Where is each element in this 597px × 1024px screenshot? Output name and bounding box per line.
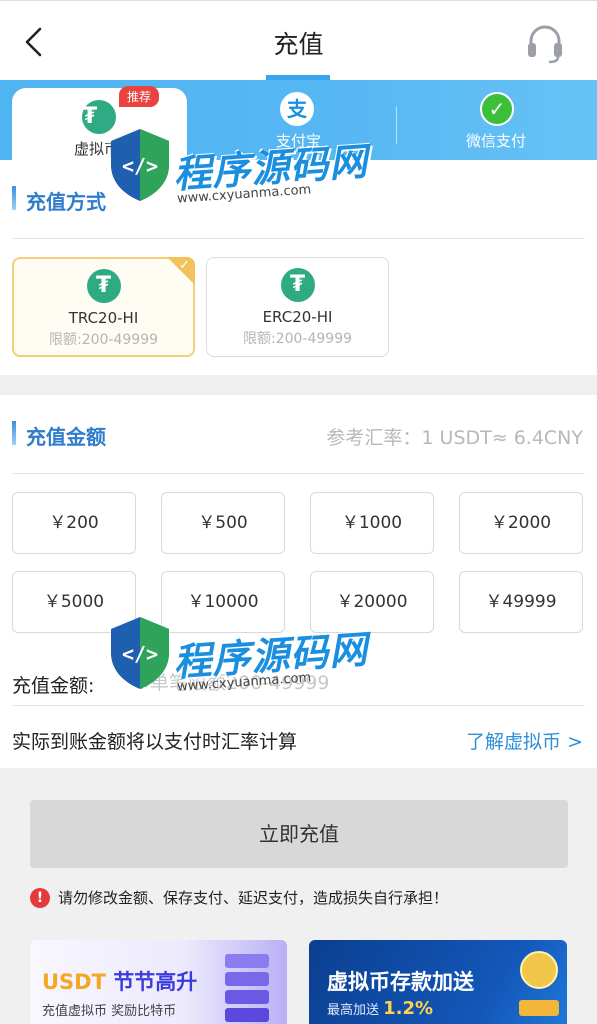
alipay-icon: 支 [280, 92, 314, 126]
promo-banner-deposit[interactable]: 虚拟币存款加送 最高加送 1.2% [309, 940, 567, 1024]
promo-banner-usdt[interactable]: USDT 节节高升 充值虚拟币 奖励比特币 [30, 940, 287, 1024]
server-stack-icon [225, 954, 269, 1022]
tab-wechat-pay[interactable]: ✓ 微信支付 [400, 80, 597, 160]
recommended-badge: 推荐 [119, 86, 160, 107]
amount-input[interactable] [134, 667, 434, 699]
method-card-trc20[interactable]: ✓ ₮ TRC20-HI 限额:200-49999 [12, 257, 195, 357]
method-name: ERC20-HI [262, 308, 333, 326]
amount-option[interactable]: ￥20000 [310, 571, 434, 633]
tab-label: 支付宝 [276, 132, 322, 150]
banner-subtitle-b: 1.2% [383, 998, 434, 1019]
page-title: 充值 [273, 30, 324, 59]
method-card-erc20[interactable]: ₮ ERC20-HI 限额:200-49999 [206, 257, 389, 357]
warning-icon: ! [30, 888, 50, 908]
tab-virtual-currency[interactable]: ₮ 虚拟币 [12, 88, 187, 168]
top-header: 充值 [0, 0, 597, 81]
check-icon: ✓ [179, 258, 190, 273]
section-title-bar [12, 186, 16, 210]
exchange-rate: 参考汇率：1 USDT≈ 6.4CNY [326, 427, 583, 449]
warning-text: 请勿修改金额、保存支付、延迟支付，造成损失自行承担！ [58, 889, 449, 907]
tether-icon: ₮ [86, 269, 121, 303]
tab-alipay[interactable]: 支 支付宝 [200, 80, 395, 160]
amount-option[interactable]: ￥10000 [161, 571, 285, 633]
amount-option[interactable]: ￥5000 [12, 571, 136, 633]
section-title-bar [12, 421, 16, 445]
tab-divider [396, 106, 397, 144]
wechat-pay-icon: ✓ [480, 92, 514, 126]
section-title: 充值方式 [26, 190, 106, 214]
method-name: TRC20-HI [68, 309, 139, 327]
headset-icon[interactable] [525, 21, 565, 65]
amount-input-label: 充值金额: [12, 675, 95, 697]
tab-label: 微信支付 [466, 132, 527, 150]
divider [12, 238, 585, 239]
amount-option[interactable]: ￥1000 [310, 492, 434, 554]
method-limit: 限额:200-49999 [242, 331, 353, 347]
amount-option[interactable]: ￥200 [12, 492, 136, 554]
amount-option[interactable]: ￥49999 [459, 571, 583, 633]
tether-icon: ₮ [82, 100, 116, 134]
divider [12, 705, 585, 706]
banner-title: USDT 节节高升 [42, 966, 197, 996]
learn-virtual-currency-link[interactable]: 了解虚拟币 > [466, 727, 583, 754]
banner-subtitle-a: 最高加送 [327, 1003, 380, 1018]
divider [12, 473, 585, 474]
rate-note: 实际到账金额将以支付时汇率计算 [12, 731, 298, 753]
tether-icon: ₮ [280, 268, 315, 302]
recharge-now-button[interactable]: 立即充值 [30, 800, 568, 868]
banner-title: 虚拟币存款加送 [327, 970, 474, 994]
coin-trophy-icon [519, 951, 559, 1016]
tab-label: 虚拟币 [74, 140, 120, 158]
banner-subtitle: 充值虚拟币 奖励比特币 [42, 1004, 177, 1019]
amount-option[interactable]: ￥2000 [459, 492, 583, 554]
amount-panel: 充值金额 参考汇率：1 USDT≈ 6.4CNY ￥200 ￥500 ￥1000… [0, 395, 597, 768]
amount-option[interactable]: ￥500 [161, 492, 285, 554]
banner-title-b: 节节高升 [113, 970, 198, 994]
section-title: 充值金额 [26, 425, 106, 449]
banner-subtitle: 最高加送 1.2% [327, 998, 433, 1019]
banner-title-a: USDT [42, 970, 106, 994]
method-panel: 充值方式 ✓ ₮ TRC20-HI 限额:200-49999 ₮ ERC20-H… [0, 160, 597, 375]
payment-type-tabs: ₮ 虚拟币 支 支付宝 ✓ 微信支付 [0, 80, 597, 168]
method-limit: 限额:200-49999 [48, 332, 159, 348]
